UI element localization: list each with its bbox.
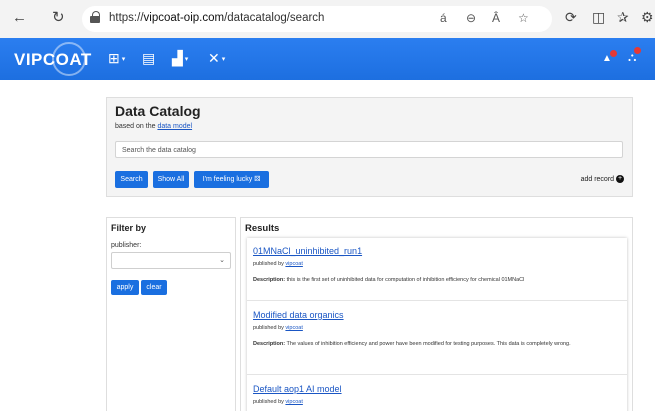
address-bar[interactable]: https://vipcoat-oip.com/datacatalog/sear… [82,6,552,32]
clear-button[interactable]: clear [141,280,167,295]
lock-icon[interactable] [90,11,100,23]
data-model-link[interactable]: data model [157,123,192,130]
divider [247,374,627,375]
published-by: published by vipcoat [253,261,303,267]
publisher-link[interactable]: vipcoat [285,325,302,331]
add-record-button[interactable]: add record + [581,175,624,183]
result-title-link[interactable]: 01MNaCl_uninhibited_run1 [253,246,621,256]
result-title-link[interactable]: Default aop1 AI model [253,384,621,394]
search-input[interactable]: Search the data catalog [115,141,623,158]
list-item: Modified data organics published by vipc… [253,310,621,348]
filter-title: Filter by [111,223,147,233]
vipcoat-logo[interactable]: VIPCOAT [14,50,92,70]
refresh-icon[interactable]: ↻ [52,9,65,27]
users-icon[interactable]: ⛬ [628,47,642,65]
result-description: Description: The values of inhibition ef… [253,341,571,347]
results-panel: Results 01MNaCl_uninhibited_run1 publish… [240,217,633,411]
list-item: Default aop1 AI model published by vipco… [253,384,621,405]
publisher-select[interactable]: ⌄ [111,252,231,269]
users-badge [634,47,642,54]
chevron-down-icon: ⌄ [219,257,225,264]
read-aloud-icon[interactable]: á [440,11,447,25]
plus-icon: + [616,175,624,183]
favorites-icon[interactable]: ✰ [617,9,629,26]
feeling-lucky-button[interactable]: I'm feeling lucky ⚄ [194,171,269,188]
result-list: 01MNaCl_uninhibited_run1 published by vi… [247,238,627,411]
show-all-button[interactable]: Show All [153,171,189,188]
book-menu-icon[interactable]: ▤ [142,50,155,67]
split-screen-icon[interactable]: ◫ [592,9,605,26]
result-title-link[interactable]: Modified data organics [253,310,621,320]
chart-menu-icon[interactable]: ▟ ▾ [172,50,188,67]
publisher-link[interactable]: vipcoat [285,399,302,405]
publisher-label: publisher: [111,242,142,249]
favorite-star-icon[interactable]: ☆ [518,11,529,25]
search-button[interactable]: Search [115,171,148,188]
profile-icon[interactable]: ⚙ [641,9,654,26]
url-text[interactable]: https://vipcoat-oip.com/datacatalog/sear… [109,12,324,24]
published-by: published by vipcoat [253,399,303,405]
browser-toolbar: ← ↻ https://vipcoat-oip.com/datacatalog/… [0,0,655,39]
publisher-link[interactable]: vipcoat [285,261,302,267]
page-title: Data Catalog [115,103,201,119]
catalog-subtitle: based on the data model [115,123,193,130]
published-by: published by vipcoat [253,325,303,331]
dice-icon: ⚄ [254,176,261,183]
tools-menu-icon[interactable]: ✕ ▾ [208,50,225,67]
notification-badge [609,50,617,57]
data-catalog-panel: Data Catalog based on the data model Sea… [106,97,633,197]
result-description: Description: this is the first set of un… [253,277,525,283]
grid-menu-icon[interactable]: ⊞ ▾ [108,50,125,67]
results-title: Results [245,223,280,234]
immersive-reader-icon[interactable]: Â [492,11,500,25]
divider [247,300,627,301]
apply-button[interactable]: apply [111,280,139,295]
filter-panel: Filter by publisher: ⌄ apply clear [106,217,236,411]
back-icon[interactable]: ← [12,9,27,27]
zoom-icon[interactable]: ⊖ [466,11,476,25]
app-navbar: VIPCOAT ⊞ ▾ ▤ ▟ ▾ ✕ ▾ ▲ ⛬ [0,38,655,80]
bell-icon[interactable]: ▲ [602,50,617,64]
extensions-icon[interactable]: ⟳ [565,9,577,26]
list-item: 01MNaCl_uninhibited_run1 published by vi… [253,246,621,284]
